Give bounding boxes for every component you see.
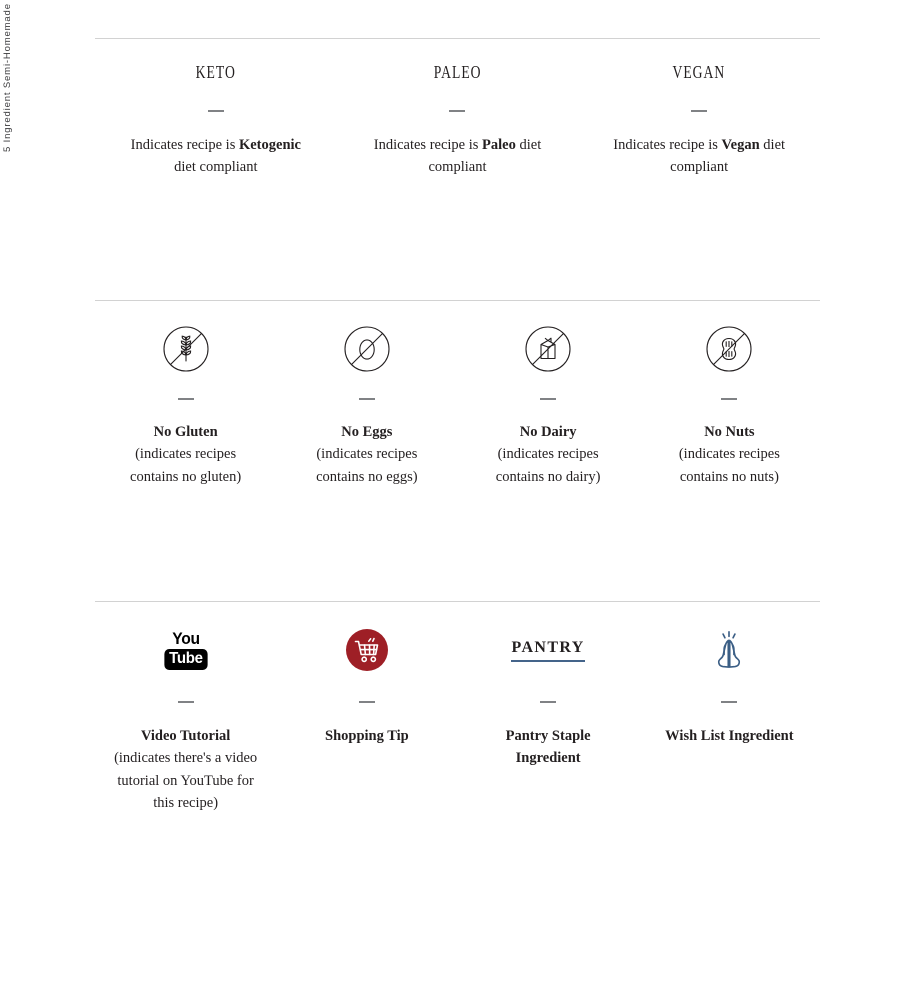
shopping-cart-glyph: [345, 629, 388, 671]
divider-bottom: [95, 601, 820, 602]
legend-page: KETO Indicates recipe is Ketogenic diet …: [95, 0, 820, 997]
allergen-desc: (indicates recipes contains no eggs): [316, 446, 418, 485]
allergen-desc: (indicates recipes contains no nuts): [678, 446, 780, 485]
diet-desc-pre: Indicates recipe is: [373, 137, 483, 153]
dash-separator: [540, 398, 557, 400]
allergen-text-no-dairy: No Dairy (indicates recipes contains no …: [473, 421, 623, 488]
no-gluten-icon: [163, 326, 209, 372]
diet-title-paleo: PALEO: [433, 62, 482, 82]
diet-title-vegan: VEGAN: [672, 62, 726, 82]
legend-item-paleo: PALEO Indicates recipe is Paleo diet com…: [337, 62, 579, 179]
divider-middle: [95, 300, 820, 301]
no-nuts-icon: [706, 326, 752, 372]
diet-title-keto: KETO: [195, 62, 236, 82]
icon-slot: [162, 325, 210, 373]
legend-item-no-eggs: No Eggs (indicates recipes contains no e…: [276, 325, 457, 488]
diet-desc-pre: Indicates recipe is: [613, 137, 722, 153]
running-head-vertical: 5 Ingredient Semi-Homemade: [2, 3, 13, 152]
youtube-icon-text-bottom: Tube: [164, 649, 208, 670]
diet-desc-paleo: Indicates recipe is Paleo diet compliant: [370, 134, 545, 179]
legend-item-no-dairy: No Dairy (indicates recipes contains no …: [458, 325, 639, 488]
dash-separator: [721, 398, 738, 400]
legend-item-keto: KETO Indicates recipe is Ketogenic diet …: [95, 62, 337, 179]
icon-slot: [345, 625, 388, 675]
extras-label: Wish List Ingredient: [665, 728, 794, 744]
allergen-label: No Gluten: [153, 424, 218, 440]
legend-item-pantry-staple: PANTRY Pantry Staple Ingredient: [458, 625, 639, 815]
allergen-label: No Dairy: [519, 424, 577, 440]
extras-text-pantry-staple: Pantry Staple Ingredient: [473, 725, 623, 770]
allergen-text-no-gluten: No Gluten (indicates recipes contains no…: [111, 421, 261, 488]
extras-text-wish-list: Wish List Ingredient: [654, 725, 804, 747]
dash-separator: [207, 110, 224, 112]
diet-desc-bold: Ketogenic: [238, 137, 301, 153]
icon-slot: You Tube: [163, 625, 209, 675]
allergen-row: No Gluten (indicates recipes contains no…: [95, 325, 820, 488]
extras-text-shopping-tip: Shopping Tip: [292, 725, 442, 747]
diet-desc-pre: Indicates recipe is: [130, 137, 239, 153]
extras-label: Video Tutorial: [140, 728, 231, 744]
pantry-icon: PANTRY: [511, 638, 585, 662]
diet-row: KETO Indicates recipe is Ketogenic diet …: [95, 62, 820, 179]
praying-hands-icon: [718, 631, 741, 668]
diet-desc-vegan: Indicates recipe is Vegan diet compliant: [612, 134, 787, 179]
allergen-text-no-eggs: No Eggs (indicates recipes contains no e…: [292, 421, 442, 488]
extras-label: Shopping Tip: [325, 728, 409, 744]
icon-slot: [343, 325, 391, 373]
legend-item-wish-list: Wish List Ingredient: [639, 625, 820, 815]
shopping-cart-icon: [345, 629, 388, 671]
no-dairy-icon: [525, 326, 571, 372]
extras-text-video-tutorial: Video Tutorial (indicates there's a vide…: [111, 725, 261, 815]
allergen-desc: (indicates recipes contains no gluten): [130, 446, 242, 485]
legend-item-no-gluten: No Gluten (indicates recipes contains no…: [95, 325, 276, 488]
allergen-text-no-nuts: No Nuts (indicates recipes contains no n…: [654, 421, 804, 488]
dash-separator: [358, 398, 375, 400]
legend-item-vegan: VEGAN Indicates recipe is Vegan diet com…: [578, 62, 820, 179]
legend-item-shopping-tip: Shopping Tip: [276, 625, 457, 815]
dash-separator: [540, 701, 557, 703]
dash-separator: [449, 110, 466, 112]
dash-separator: [177, 398, 194, 400]
diet-desc-post: diet compliant: [174, 159, 258, 176]
dash-separator: [691, 110, 708, 112]
diet-desc-bold: Vegan: [721, 137, 760, 153]
icon-slot: PANTRY: [511, 625, 585, 675]
icon-slot: [705, 325, 753, 373]
dash-separator: [721, 701, 738, 703]
extras-row: You Tube Video Tutorial (indicates there…: [95, 625, 820, 815]
icon-slot: [709, 625, 749, 675]
legend-item-no-nuts: No Nuts (indicates recipes contains no n…: [639, 325, 820, 488]
no-eggs-icon: [344, 326, 390, 372]
divider-top: [95, 38, 820, 39]
youtube-icon[interactable]: You Tube: [163, 630, 209, 670]
allergen-label: No Nuts: [704, 424, 755, 440]
legend-item-video-tutorial: You Tube Video Tutorial (indicates there…: [95, 625, 276, 815]
diet-desc-bold: Paleo: [482, 137, 516, 153]
icon-slot: [524, 325, 572, 373]
extras-desc: (indicates there's a video tutorial on Y…: [114, 750, 258, 812]
youtube-icon-text-top: You: [171, 629, 200, 648]
allergen-label: No Eggs: [341, 424, 393, 440]
diet-desc-keto: Indicates recipe is Ketogenic diet compl…: [128, 134, 303, 179]
extras-label: Pantry Staple Ingredient: [505, 728, 591, 767]
allergen-desc: (indicates recipes contains no dairy): [495, 446, 601, 485]
dash-separator: [177, 701, 194, 703]
dash-separator: [358, 701, 375, 703]
